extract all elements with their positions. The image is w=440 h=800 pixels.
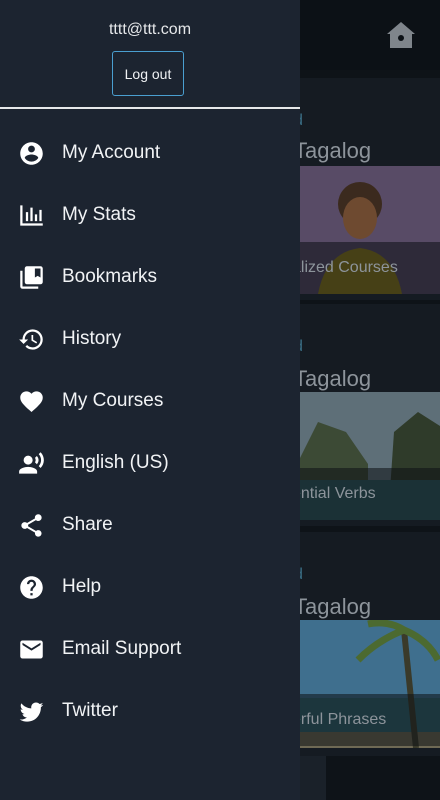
menu-item-my-account[interactable]: My Account <box>0 122 300 184</box>
menu-item-label: My Courses <box>62 390 164 411</box>
card-caption: ential Verbs <box>292 468 440 520</box>
stats-bars-icon <box>18 202 45 229</box>
menu-item-language[interactable]: English (US) <box>0 432 300 494</box>
card-title: Tagalog <box>294 366 372 391</box>
twitter-icon <box>18 698 45 725</box>
card-title: Tagalog <box>294 594 372 619</box>
drawer-header: tttt@ttt.com Log out <box>0 0 300 108</box>
menu-item-label: English (US) <box>62 452 169 473</box>
heart-icon <box>18 388 45 415</box>
bottom-strip <box>300 756 326 800</box>
menu-item-bookmarks[interactable]: Bookmarks <box>0 246 300 308</box>
logout-button[interactable]: Log out <box>112 51 184 96</box>
menu-item-label: My Stats <box>62 204 136 225</box>
course-card[interactable]: d Tagalog erful Phrases <box>276 532 440 756</box>
course-card[interactable]: d Tagalog alized Courses <box>276 78 440 300</box>
menu-item-help[interactable]: Help <box>0 556 300 618</box>
home-icon[interactable] <box>384 18 418 52</box>
menu-item-label: My Account <box>62 142 161 163</box>
menu-item-label: Twitter <box>62 700 118 721</box>
menu-item-history[interactable]: History <box>0 308 300 370</box>
menu-item-my-courses[interactable]: My Courses <box>0 370 300 432</box>
menu-item-label: Help <box>62 576 102 597</box>
menu-item-label: Bookmarks <box>62 266 158 287</box>
history-icon <box>18 326 45 353</box>
menu-item-label: Email Support <box>62 638 182 659</box>
menu-item-my-stats[interactable]: My Stats <box>0 184 300 246</box>
menu-item-email-support[interactable]: Email Support <box>0 618 300 680</box>
help-circle-icon <box>18 574 45 601</box>
card-caption: erful Phrases <box>292 694 440 746</box>
bookmarks-icon <box>18 264 45 291</box>
speaker-voice-icon <box>18 450 45 477</box>
drawer-menu: My Account My Stats Bookmarks History My… <box>0 122 300 742</box>
mail-icon <box>18 636 45 663</box>
menu-item-share[interactable]: Share <box>0 494 300 556</box>
course-card[interactable]: d Tagalog ential Verbs <box>276 304 440 526</box>
card-title: Tagalog <box>294 138 372 163</box>
divider <box>0 107 300 109</box>
card-caption: alized Courses <box>292 242 440 294</box>
user-email: tttt@ttt.com <box>108 21 192 38</box>
share-icon <box>18 512 45 539</box>
navigation-drawer: tttt@ttt.com Log out My Account My Stats… <box>0 0 300 800</box>
account-circle-icon <box>18 140 45 167</box>
menu-item-label: Share <box>62 514 113 535</box>
menu-item-label: History <box>62 328 122 349</box>
menu-item-twitter[interactable]: Twitter <box>0 680 300 742</box>
